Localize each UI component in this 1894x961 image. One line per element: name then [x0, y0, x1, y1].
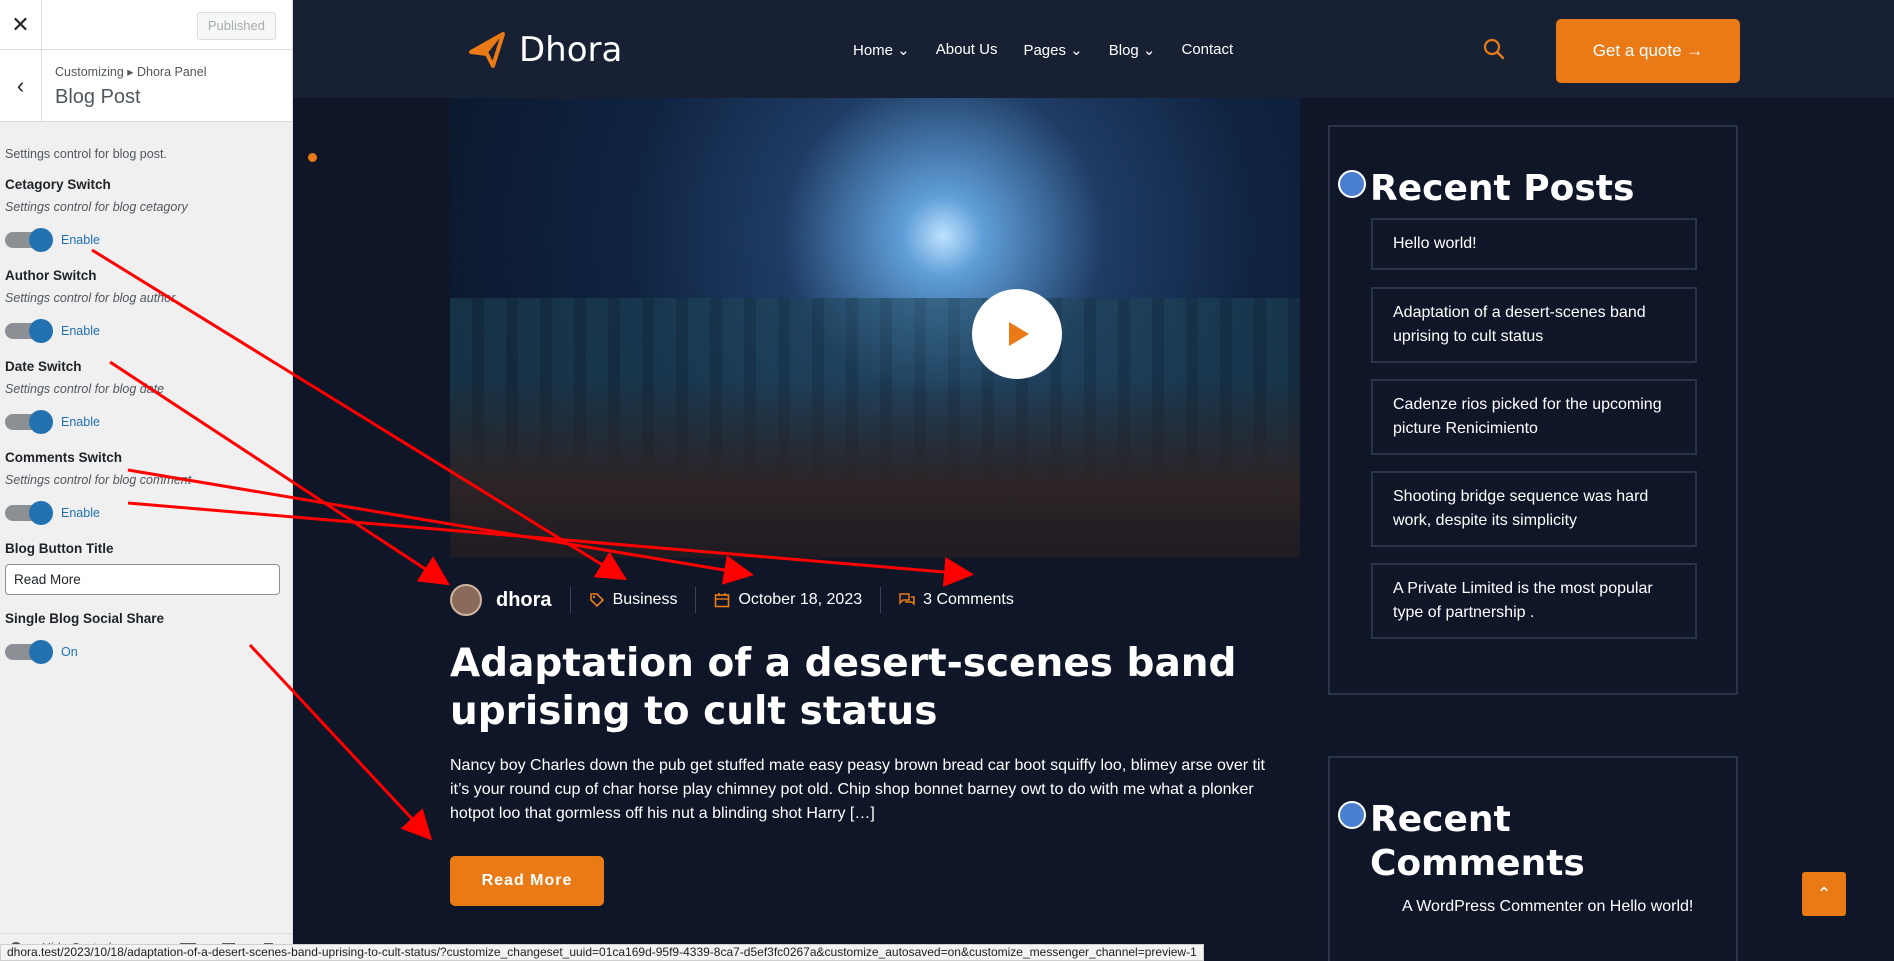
site-header: Dhora Home ⌄ About Us Pages ⌄ Blog ⌄ Con…: [293, 0, 1894, 98]
control-title: Comments Switch: [5, 450, 123, 465]
recent-posts-widget: Recent Posts Hello world! Adaptation of …: [1328, 125, 1738, 695]
nav-item-blog[interactable]: Blog ⌄: [1109, 41, 1156, 59]
logo-icon: [469, 32, 505, 68]
customizer-topbar: ✕ Published: [0, 0, 292, 50]
control-description: Settings control for blog date: [5, 382, 165, 396]
recent-comment-item[interactable]: A WordPress Commenter on Hello world!: [1402, 893, 1702, 921]
comments-switch-control: Comments Switch Settings control for blo…: [5, 450, 287, 525]
search-icon[interactable]: [1483, 38, 1505, 60]
recent-comments-widget: Recent Comments A WordPress Commenter on…: [1328, 756, 1738, 961]
pencil-icon: [1338, 170, 1366, 198]
customizer-panel: ✕ Published ‹ Customizing ▸ Dhora Panel …: [0, 0, 293, 961]
published-button[interactable]: Published: [196, 12, 276, 40]
status-bar-url: dhora.test/2023/10/18/adaptation-of-a-de…: [0, 944, 1204, 961]
meta-separator: [695, 587, 697, 613]
control-description: Settings control for blog cetagory: [5, 200, 188, 214]
post-comments[interactable]: 3 Comments: [899, 591, 1014, 609]
post-excerpt: Nancy boy Charles down the pub get stuff…: [450, 757, 1265, 822]
social-share-control: Single Blog Social Share On: [5, 611, 287, 664]
get-quote-button[interactable]: Get a quote →: [1556, 19, 1740, 83]
comments-icon: [899, 593, 915, 606]
category-switch-control: Cetagory Switch Settings control for blo…: [5, 177, 287, 252]
button-title-input[interactable]: [5, 564, 280, 595]
play-icon: [1009, 322, 1029, 346]
nav-item-home[interactable]: Home ⌄: [853, 41, 910, 59]
toggle-label: On: [61, 645, 78, 659]
author-switch-control: Author Switch Settings control for blog …: [5, 268, 287, 343]
toggle-label: Enable: [61, 324, 100, 338]
section-description: Settings control for blog post.: [5, 147, 167, 161]
recent-post-item[interactable]: Adaptation of a desert-scenes band upris…: [1371, 287, 1697, 363]
social-share-toggle[interactable]: [5, 640, 53, 664]
site-preview: Dhora Home ⌄ About Us Pages ⌄ Blog ⌄ Con…: [293, 0, 1894, 961]
button-title-control: Blog Button Title: [5, 541, 287, 595]
control-title: Single Blog Social Share: [5, 611, 165, 626]
back-icon[interactable]: ‹: [0, 50, 42, 122]
category-toggle[interactable]: [5, 228, 53, 252]
widget-title: Recent Comments: [1370, 799, 1585, 884]
comments-label: 3 Comments: [923, 591, 1014, 608]
control-title: Date Switch: [5, 359, 82, 374]
control-description: Settings control for blog comment: [5, 473, 192, 487]
control-title: Blog Button Title: [5, 541, 114, 556]
post-category[interactable]: Business: [589, 591, 678, 609]
customizer-controls: Settings control for blog post. Cetagory…: [0, 147, 292, 664]
read-more-button[interactable]: Read More: [450, 856, 604, 906]
widget-title: Recent Posts: [1370, 168, 1635, 209]
post-featured-image: [450, 98, 1300, 558]
nav-item-pages[interactable]: Pages ⌄: [1023, 41, 1082, 59]
tag-icon: [589, 593, 604, 608]
date-label: October 18, 2023: [738, 591, 863, 608]
pencil-icon: [1338, 801, 1366, 829]
control-description: Settings control for blog author: [5, 291, 176, 305]
comments-toggle[interactable]: [5, 501, 53, 525]
scroll-to-top-button[interactable]: ⌃: [1802, 872, 1846, 916]
post-author[interactable]: dhora: [496, 589, 552, 612]
decorative-dot: [308, 153, 317, 162]
section-header: ‹ Customizing ▸ Dhora Panel Blog Post: [0, 50, 292, 122]
avatar: [450, 584, 482, 616]
nav-item-contact[interactable]: Contact: [1182, 41, 1234, 59]
post-title[interactable]: Adaptation of a desert-scenes band upris…: [450, 640, 1310, 736]
recent-post-item[interactable]: Shooting bridge sequence was hard work, …: [1371, 471, 1697, 547]
meta-separator: [880, 587, 882, 613]
toggle-label: Enable: [61, 233, 100, 247]
breadcrumb: Customizing ▸ Dhora Panel: [55, 65, 207, 79]
close-icon[interactable]: ✕: [0, 0, 42, 50]
meta-separator: [569, 587, 571, 613]
play-button[interactable]: [972, 289, 1062, 379]
toggle-label: Enable: [61, 506, 100, 520]
toggle-label: Enable: [61, 415, 100, 429]
control-title: Author Switch: [5, 268, 97, 283]
recent-post-item[interactable]: Cadenze rios picked for the upcoming pic…: [1371, 379, 1697, 455]
recent-post-item[interactable]: A Private Limited is the most popular ty…: [1371, 563, 1697, 639]
calendar-icon: [715, 593, 730, 608]
logo-text: Dhora: [519, 30, 623, 70]
site-logo[interactable]: Dhora: [467, 30, 622, 70]
author-toggle[interactable]: [5, 319, 53, 343]
post-date[interactable]: October 18, 2023: [714, 591, 862, 609]
nav-item-about[interactable]: About Us: [936, 41, 998, 59]
section-title: Blog Post: [55, 86, 141, 108]
audience: [450, 378, 1300, 558]
main-nav: Home ⌄ About Us Pages ⌄ Blog ⌄ Contact: [853, 41, 1233, 59]
category-label: Business: [612, 591, 678, 608]
date-switch-control: Date Switch Settings control for blog da…: [5, 359, 287, 434]
date-toggle[interactable]: [5, 410, 53, 434]
post-meta: dhora Business October 18, 2023 3 Commen…: [450, 580, 1014, 620]
control-title: Cetagory Switch: [5, 177, 111, 192]
recent-post-item[interactable]: Hello world!: [1371, 218, 1697, 270]
